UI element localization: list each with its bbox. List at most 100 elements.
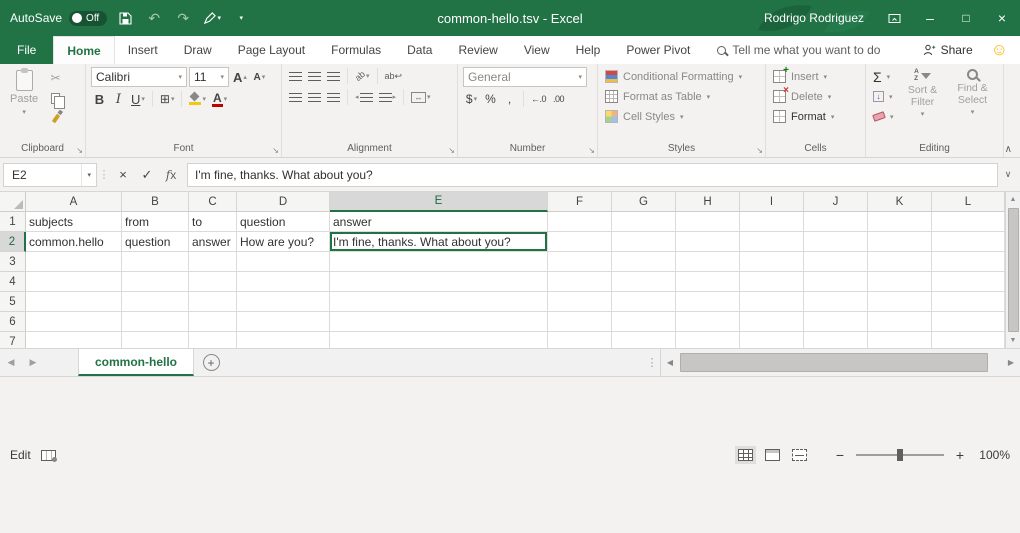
- cell-F7[interactable]: [548, 332, 612, 348]
- cell-A3[interactable]: [26, 252, 122, 272]
- font-color-button[interactable]: A▾: [210, 90, 229, 108]
- cell-C1[interactable]: to: [189, 212, 237, 232]
- cell-D6[interactable]: [237, 312, 330, 332]
- cell-H4[interactable]: [676, 272, 740, 292]
- underline-button[interactable]: U▾: [129, 90, 147, 108]
- number-format-select[interactable]: General ▾: [463, 67, 587, 87]
- column-header-A[interactable]: A: [26, 192, 122, 212]
- cell-K1[interactable]: [868, 212, 932, 232]
- cell-J7[interactable]: [804, 332, 868, 348]
- save-button[interactable]: [114, 6, 136, 30]
- pen-mode-button[interactable]: ▾: [201, 6, 223, 30]
- cell-E6[interactable]: [330, 312, 548, 332]
- close-button[interactable]: ×: [984, 0, 1020, 36]
- tab-insert[interactable]: Insert: [115, 36, 171, 64]
- tab-review[interactable]: Review: [445, 36, 510, 64]
- row-header-7[interactable]: 7: [0, 332, 26, 348]
- cell-J5[interactable]: [804, 292, 868, 312]
- cell-G2[interactable]: [612, 232, 676, 252]
- tab-page-layout[interactable]: Page Layout: [225, 36, 318, 64]
- sheet-nav-right-button[interactable]: ▶: [22, 349, 44, 376]
- column-header-G[interactable]: G: [612, 192, 676, 212]
- cell-B3[interactable]: [122, 252, 189, 272]
- cell-F1[interactable]: [548, 212, 612, 232]
- column-header-I[interactable]: I: [740, 192, 804, 212]
- decrease-font-button[interactable]: A▾: [251, 68, 268, 86]
- cell-K6[interactable]: [868, 312, 932, 332]
- percent-style-button[interactable]: %: [482, 90, 499, 108]
- share-button[interactable]: Share: [913, 36, 983, 64]
- cell-H5[interactable]: [676, 292, 740, 312]
- delete-cells-button[interactable]: Delete ▾: [771, 87, 836, 106]
- vertical-scrollbar[interactable]: ▲ ▼: [1005, 192, 1020, 348]
- tab-home[interactable]: Home: [53, 36, 114, 64]
- tell-me[interactable]: Tell me what you want to do: [707, 36, 890, 64]
- orientation-button[interactable]: ab▾: [353, 67, 372, 85]
- horizontal-scrollbar[interactable]: ◀ ▶: [660, 349, 1020, 376]
- cell-A7[interactable]: [26, 332, 122, 348]
- cell-E2[interactable]: I'm fine, thanks. What about you?: [330, 232, 548, 252]
- column-header-C[interactable]: C: [189, 192, 237, 212]
- row-header-6[interactable]: 6: [0, 312, 26, 332]
- row-header-3[interactable]: 3: [0, 252, 26, 272]
- format-painter-button[interactable]: [47, 109, 64, 127]
- row-header-1[interactable]: 1: [0, 212, 26, 232]
- column-header-L[interactable]: L: [932, 192, 1005, 212]
- cell-E3[interactable]: [330, 252, 548, 272]
- increase-font-button[interactable]: A▴: [231, 68, 249, 86]
- cell-I2[interactable]: [740, 232, 804, 252]
- cell-D4[interactable]: [237, 272, 330, 292]
- insert-function-button[interactable]: fx: [159, 163, 183, 187]
- cell-G3[interactable]: [612, 252, 676, 272]
- cell-I7[interactable]: [740, 332, 804, 348]
- name-box-dropdown[interactable]: ▾: [81, 164, 96, 186]
- zoom-slider-thumb[interactable]: [897, 449, 903, 461]
- cell-F5[interactable]: [548, 292, 612, 312]
- cell-J3[interactable]: [804, 252, 868, 272]
- cell-A2[interactable]: common.hello: [26, 232, 122, 252]
- format-as-table-button[interactable]: Format as Table ▾: [603, 87, 744, 106]
- cell-G7[interactable]: [612, 332, 676, 348]
- macro-record-button[interactable]: [41, 450, 56, 461]
- cell-B6[interactable]: [122, 312, 189, 332]
- wrap-text-button[interactable]: ab↩: [383, 67, 405, 85]
- cell-E7[interactable]: [330, 332, 548, 348]
- alignment-dialog-launcher[interactable]: ↘: [448, 146, 455, 155]
- column-header-B[interactable]: B: [122, 192, 189, 212]
- cell-I3[interactable]: [740, 252, 804, 272]
- tab-file[interactable]: File: [0, 36, 53, 64]
- cell-F2[interactable]: [548, 232, 612, 252]
- row-header-5[interactable]: 5: [0, 292, 26, 312]
- italic-button[interactable]: I: [110, 90, 127, 108]
- format-cells-button[interactable]: Format ▾: [771, 107, 836, 126]
- cell-K4[interactable]: [868, 272, 932, 292]
- name-box[interactable]: E2 ▾: [3, 163, 97, 187]
- align-bottom-button[interactable]: [325, 67, 342, 85]
- zoom-out-button[interactable]: −: [832, 447, 848, 463]
- cell-C6[interactable]: [189, 312, 237, 332]
- cell-D7[interactable]: [237, 332, 330, 348]
- column-header-H[interactable]: H: [676, 192, 740, 212]
- cell-K7[interactable]: [868, 332, 932, 348]
- formula-input[interactable]: I'm fine, thanks. What about you?: [187, 163, 998, 187]
- font-name-select[interactable]: Calibri ▾: [91, 67, 187, 87]
- cell-J2[interactable]: [804, 232, 868, 252]
- find-select-button[interactable]: Find & Select ▾: [950, 67, 996, 118]
- cell-C4[interactable]: [189, 272, 237, 292]
- new-sheet-button[interactable]: +: [194, 349, 228, 376]
- copy-button[interactable]: [47, 89, 64, 107]
- cell-I1[interactable]: [740, 212, 804, 232]
- tab-help[interactable]: Help: [563, 36, 614, 64]
- cell-G5[interactable]: [612, 292, 676, 312]
- align-left-button[interactable]: [287, 88, 304, 106]
- sheet-nav-left-button[interactable]: ◀: [0, 349, 22, 376]
- cell-B1[interactable]: from: [122, 212, 189, 232]
- cell-G6[interactable]: [612, 312, 676, 332]
- cell-A4[interactable]: [26, 272, 122, 292]
- scroll-left-button[interactable]: ◀: [661, 349, 679, 376]
- view-page-layout-button[interactable]: [762, 446, 783, 464]
- expand-formula-bar-button[interactable]: ∨: [998, 163, 1018, 187]
- cell-H6[interactable]: [676, 312, 740, 332]
- cell-J1[interactable]: [804, 212, 868, 232]
- increase-decimal-button[interactable]: ←.0: [529, 90, 548, 108]
